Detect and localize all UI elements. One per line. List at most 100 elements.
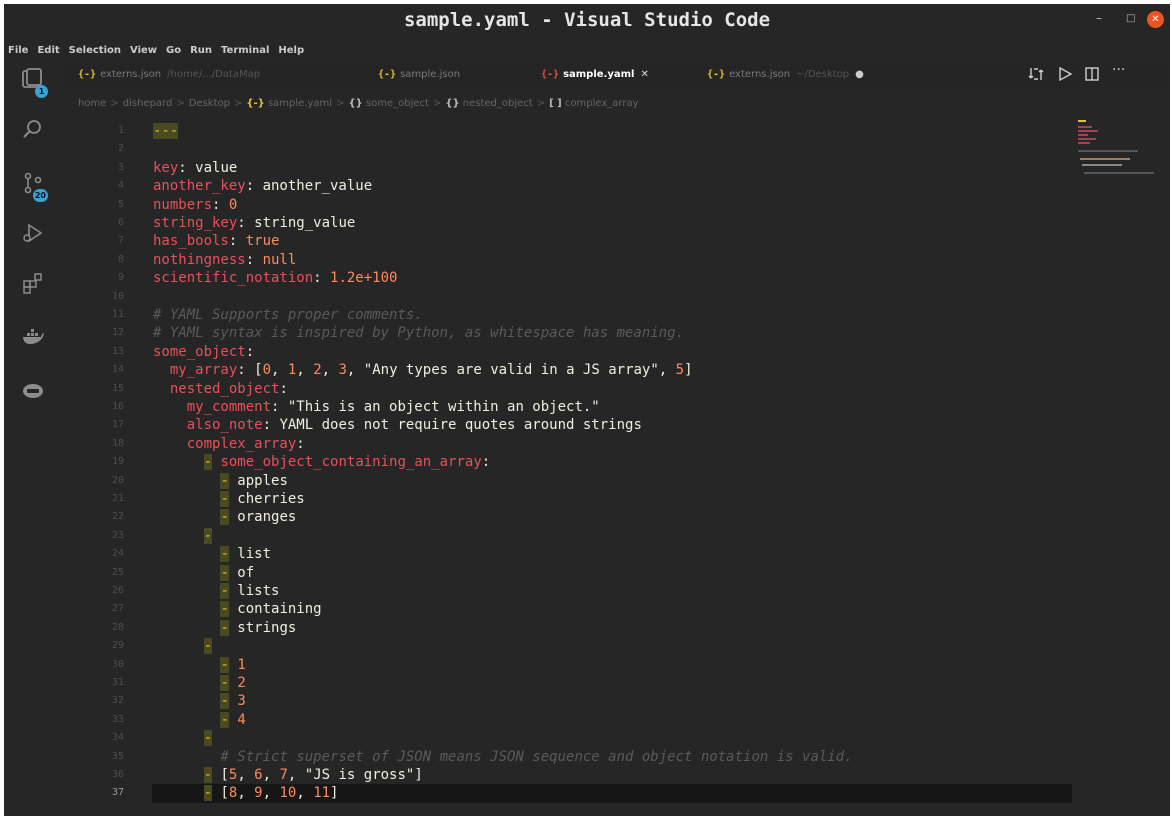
run-debug-icon[interactable] [18, 222, 48, 252]
code-line[interactable]: 36 - [5, 6, 7, "JS is gross"] [62, 766, 1072, 784]
code-token: nothingness [153, 251, 246, 268]
code-line[interactable]: 37 - [8, 9, 10, 11] [62, 784, 1072, 803]
menu-help[interactable]: Help [274, 42, 309, 56]
maximize-button[interactable]: □ [1126, 13, 1135, 24]
line-number: 8 [117, 253, 124, 265]
code-token: : [245, 178, 263, 195]
code-token: 1.2e+100 [330, 270, 398, 287]
compare-changes-icon[interactable] [1028, 66, 1044, 86]
code-line[interactable]: 6 string_key: string_value [62, 214, 1072, 232]
code-token: 2 [313, 362, 322, 379]
code-line[interactable]: 15 nested_object: [62, 380, 1072, 398]
tab-description: ~/Desktop [796, 69, 850, 80]
code-line[interactable]: 29 - [62, 637, 1072, 655]
line-code: - 1 [153, 656, 246, 674]
line-number: 10 [111, 290, 124, 302]
menu-run[interactable]: Run [186, 42, 217, 56]
code-line[interactable]: 19 - some_object_containing_an_array: [62, 453, 1072, 471]
code-token: --- [153, 123, 179, 139]
code-line[interactable]: 20 - apples [62, 472, 1072, 490]
code-line[interactable]: 4 another_key: another_value [62, 177, 1072, 195]
code-line[interactable]: 3 key: value [62, 159, 1072, 177]
more-actions-icon[interactable]: ··· [1112, 62, 1125, 78]
menu-go[interactable]: Go [162, 42, 186, 56]
code-line[interactable]: 7 has_bools: true [62, 232, 1072, 250]
tab-sample-yaml[interactable]: {-} sample.yaml ✕ [541, 58, 696, 91]
breadcrumb-home[interactable]: home [78, 98, 106, 109]
code-line[interactable]: 26 - lists [62, 582, 1072, 600]
code-line[interactable]: 1 --- [62, 122, 1072, 140]
code-line[interactable]: 2 [62, 140, 1072, 158]
scm-badge: 20 [32, 189, 48, 202]
code-line[interactable]: 30 - 1 [62, 656, 1072, 674]
code-line[interactable]: 31 - 2 [62, 674, 1072, 692]
code-line[interactable]: 23 - [62, 527, 1072, 545]
breadcrumb-user[interactable]: dishepard [123, 98, 173, 109]
split-editor-icon[interactable] [1084, 66, 1100, 86]
close-button[interactable]: ✕ [1147, 11, 1164, 28]
search-icon[interactable] [18, 118, 48, 148]
code-line[interactable]: 8 nothingness: null [62, 251, 1072, 269]
code-line[interactable]: 27 - containing [62, 600, 1072, 618]
run-icon[interactable] [1057, 66, 1073, 86]
code-line[interactable]: 33 - 4 [62, 711, 1072, 729]
code-token: : [481, 454, 491, 471]
code-line[interactable]: 10 [62, 288, 1072, 306]
code-line[interactable]: 25 - of [62, 564, 1072, 582]
code-token: 3 [338, 362, 347, 379]
tab-externs-json-desktop[interactable]: {-} externs.json ~/Desktop ● [707, 58, 947, 91]
code-line[interactable]: 17 also_note: YAML does not require quot… [62, 416, 1072, 434]
minimize-button[interactable]: – [1096, 11, 1102, 25]
code-token: - [203, 767, 213, 783]
code-editor[interactable]: 1 --- 2 3 key: value 4 another_key: another_va… [62, 116, 1072, 816]
code-line[interactable]: 18 complex_array: [62, 435, 1072, 453]
code-token: , [658, 362, 676, 379]
code-line[interactable]: 14 my_array: [0, 1, 2, 3, "Any types are… [62, 361, 1072, 379]
code-line[interactable]: 12 # YAML syntax is inspired by Python, a… [62, 324, 1072, 342]
editor-scrollbar[interactable] [1162, 116, 1170, 816]
code-line[interactable]: 35 # Strict superset of JSON means JSON … [62, 748, 1072, 766]
code-line[interactable]: 22 - oranges [62, 508, 1072, 526]
code-line[interactable]: 5 numbers: 0 [62, 196, 1072, 214]
breadcrumb-nested-object[interactable]: nested_object [463, 98, 533, 109]
code-line[interactable]: 32 - 3 [62, 692, 1072, 710]
tab-sample-json[interactable]: {-} sample.json [378, 58, 518, 91]
menu-selection[interactable]: Selection [65, 42, 126, 56]
source-control-icon[interactable]: 20 [18, 172, 48, 202]
extensions-icon[interactable] [18, 272, 48, 302]
code-line[interactable]: 11 # YAML Supports proper comments. [62, 306, 1072, 324]
code-line[interactable]: 34 - [62, 729, 1072, 747]
minimap[interactable] [1072, 116, 1170, 816]
code-line[interactable]: 28 - strings [62, 619, 1072, 637]
code-token: 1 [237, 656, 246, 673]
menu-view[interactable]: View [126, 42, 162, 56]
code-token: string_value [254, 215, 356, 231]
code-line[interactable]: 21 - cherries [62, 490, 1072, 508]
line-code: - [153, 637, 213, 655]
tab-externs-json[interactable]: {-} externs.json/home/.../DataMap [78, 58, 348, 91]
breadcrumb-some-object[interactable]: some_object [366, 98, 429, 109]
breadcrumb-complex-array[interactable]: complex_array [565, 98, 639, 109]
breadcrumb-file[interactable]: sample.yaml [268, 98, 332, 109]
close-icon[interactable]: ✕ [640, 69, 648, 80]
code-token: : [237, 215, 255, 231]
menu-file[interactable]: File [4, 42, 33, 56]
code-line[interactable]: 13 some_object: [62, 343, 1072, 361]
remote-explorer-icon[interactable]: 1 [18, 68, 48, 98]
code-line[interactable]: 9 scientific_notation: 1.2e+100 [62, 269, 1072, 287]
code-line[interactable]: 24 - list [62, 545, 1072, 563]
remote-containers-icon[interactable] [18, 380, 48, 410]
line-number: 34 [111, 732, 124, 744]
breadcrumb-desktop[interactable]: Desktop [189, 98, 230, 109]
code-line[interactable]: 16 my_comment: "This is an object within… [62, 398, 1072, 416]
code-token: : [245, 251, 263, 268]
menu-terminal[interactable]: Terminal [217, 42, 274, 56]
docker-icon[interactable] [18, 326, 48, 356]
code-token: - [220, 491, 229, 507]
line-number: 36 [111, 769, 124, 780]
menu-edit[interactable]: Edit [33, 42, 64, 56]
